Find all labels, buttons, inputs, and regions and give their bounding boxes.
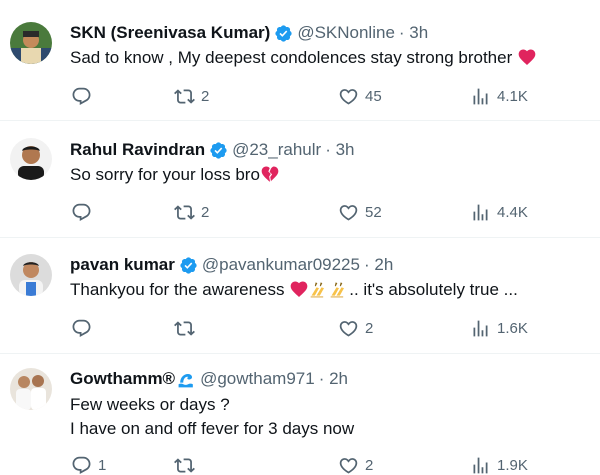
author-handle[interactable]: @pavankumar09225 xyxy=(202,255,360,275)
tweet[interactable]: Rahul Ravindran @23_rahulr · 3h So sorry… xyxy=(0,121,600,238)
reply-icon xyxy=(71,202,92,223)
avatar[interactable] xyxy=(10,368,52,410)
like-icon xyxy=(338,318,359,339)
like-button[interactable]: 2 xyxy=(338,316,373,340)
retweet-button[interactable]: 2 xyxy=(174,84,209,108)
retweet-button[interactable] xyxy=(174,453,201,475)
tweet[interactable]: Gowthamm® @gowtham971 · 2h Few weeks or … xyxy=(0,354,600,475)
views-icon xyxy=(470,455,491,475)
view-count: 1.9K xyxy=(497,456,528,474)
tweet-text-after: .. it's absolutely true ... xyxy=(349,280,518,299)
like-icon xyxy=(338,202,359,223)
like-count: 2 xyxy=(365,456,374,474)
view-count: 1.6K xyxy=(497,319,528,337)
tweet[interactable]: pavan kumar @pavankumar09225 · 2h Thanky… xyxy=(0,238,600,354)
retweet-icon xyxy=(174,318,195,339)
like-icon xyxy=(338,86,359,107)
broken-heart-emoji-icon xyxy=(260,164,280,184)
avatar[interactable] xyxy=(10,22,52,64)
retweet-count: 2 xyxy=(201,87,210,105)
author-handle[interactable]: @gowtham971 xyxy=(200,369,315,389)
retweet-button[interactable]: 2 xyxy=(174,200,209,224)
timestamp[interactable]: · 2h xyxy=(319,369,348,389)
avatar[interactable] xyxy=(10,138,52,180)
retweet-button[interactable] xyxy=(174,316,201,340)
tweet-actions: 1 2 1.9K xyxy=(70,453,570,475)
red-heart-emoji-icon xyxy=(289,279,309,299)
views-icon xyxy=(470,318,491,339)
tweet-actions: 2 1.6K xyxy=(70,316,570,340)
views-button[interactable]: 1.6K xyxy=(470,316,528,340)
author-handle[interactable]: @23_rahulr xyxy=(232,140,321,160)
views-button[interactable]: 1.9K xyxy=(470,453,528,475)
like-button[interactable]: 52 xyxy=(338,200,382,224)
author-name[interactable]: Gowthamm® xyxy=(70,369,175,389)
views-icon xyxy=(470,202,491,223)
tweet-text: Thankyou for the awareness .. it's absol… xyxy=(70,278,518,302)
avatar[interactable] xyxy=(10,254,52,296)
reply-button[interactable] xyxy=(71,84,98,108)
tweet-text-before: Thankyou for the awareness xyxy=(70,280,285,299)
red-heart-emoji-icon xyxy=(517,47,537,67)
retweet-icon xyxy=(174,455,195,475)
writing-hand-emoji-icon xyxy=(309,279,329,299)
tweet-text-line: Few weeks or days ? xyxy=(70,395,230,414)
verified-badge-icon xyxy=(179,256,198,275)
wave-emoji-icon xyxy=(177,370,196,389)
author-name[interactable]: SKN (Sreenivasa Kumar) xyxy=(70,23,270,43)
timestamp[interactable]: · 3h xyxy=(399,23,428,43)
views-button[interactable]: 4.1K xyxy=(470,84,528,108)
timestamp[interactable]: · 2h xyxy=(364,255,393,275)
tweet-text: Few weeks or days ? I have on and off fe… xyxy=(70,393,354,441)
reply-button[interactable] xyxy=(71,316,98,340)
author-name[interactable]: pavan kumar xyxy=(70,255,175,275)
tweet-text-content: Sad to know , My deepest condolences sta… xyxy=(70,48,513,67)
author-name[interactable]: Rahul Ravindran xyxy=(70,140,205,160)
tweet[interactable]: SKN (Sreenivasa Kumar) @SKNonline · 3h S… xyxy=(0,0,600,121)
retweet-count: 2 xyxy=(201,203,210,221)
tweet-actions: 2 45 4.1K xyxy=(70,84,570,108)
reply-button[interactable]: 1 xyxy=(71,453,106,475)
reply-icon xyxy=(71,318,92,339)
views-button[interactable]: 4.4K xyxy=(470,200,528,224)
tweet-text: Sad to know , My deepest condolences sta… xyxy=(70,46,537,70)
timestamp[interactable]: · 3h xyxy=(325,140,354,160)
reply-button[interactable] xyxy=(71,200,98,224)
view-count: 4.4K xyxy=(497,203,528,221)
verified-badge-icon xyxy=(209,141,228,160)
like-button[interactable]: 45 xyxy=(338,84,382,108)
reply-count: 1 xyxy=(98,456,107,474)
reply-icon xyxy=(71,455,92,475)
retweet-icon xyxy=(174,86,195,107)
like-count: 2 xyxy=(365,319,374,337)
verified-badge-icon xyxy=(274,24,293,43)
reply-icon xyxy=(71,86,92,107)
like-count: 52 xyxy=(365,203,382,221)
retweet-icon xyxy=(174,202,195,223)
tweet-text-line: I have on and off fever for 3 days now xyxy=(70,419,355,438)
tweet-actions: 2 52 4.4K xyxy=(70,200,570,224)
writing-hand-emoji-icon xyxy=(329,279,349,299)
author-handle[interactable]: @SKNonline xyxy=(297,23,395,43)
like-icon xyxy=(338,455,359,475)
view-count: 4.1K xyxy=(497,87,528,105)
like-button[interactable]: 2 xyxy=(338,453,373,475)
tweet-text: So sorry for your loss bro xyxy=(70,163,280,187)
like-count: 45 xyxy=(365,87,382,105)
tweet-text-content: So sorry for your loss bro xyxy=(70,165,260,184)
views-icon xyxy=(470,86,491,107)
